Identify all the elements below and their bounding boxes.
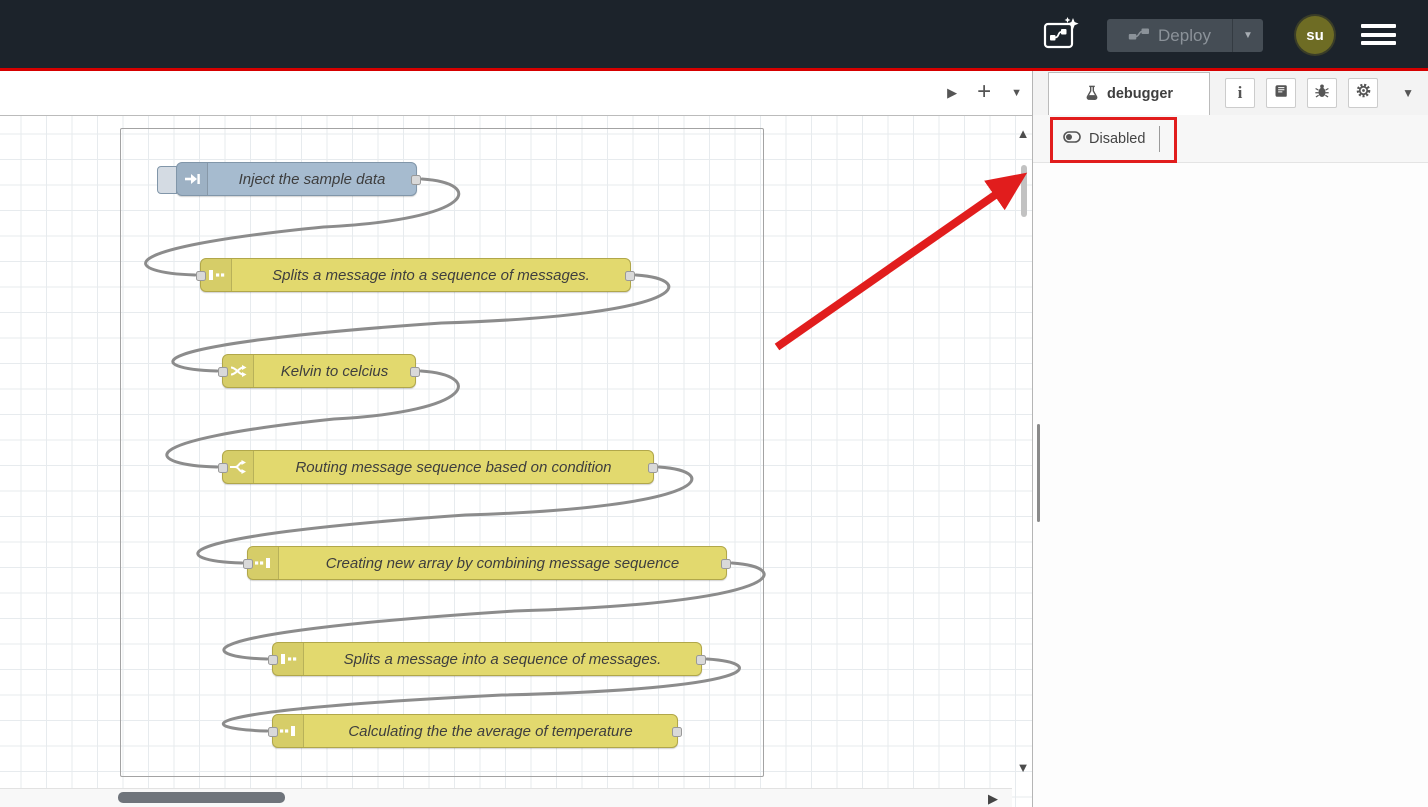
- output-port[interactable]: [648, 463, 658, 473]
- app-header: Deploy ▼ su: [0, 0, 1428, 68]
- info-button[interactable]: i: [1225, 78, 1255, 108]
- ai-flow-icon[interactable]: [1042, 16, 1080, 52]
- output-port[interactable]: [625, 271, 635, 281]
- inject-arrow-icon: [177, 163, 208, 195]
- node-label: Inject the sample data: [208, 163, 416, 195]
- tab-scroll-right-icon[interactable]: ▶: [947, 85, 957, 101]
- info-icon: i: [1238, 83, 1243, 103]
- main-menu-icon[interactable]: [1361, 24, 1396, 45]
- flow-node[interactable]: Calculating the the average of temperatu…: [272, 714, 678, 748]
- vertical-scrollbar-thumb[interactable]: [1021, 165, 1027, 217]
- input-port[interactable]: [243, 559, 253, 569]
- flow-node[interactable]: Routing message sequence based on condit…: [222, 450, 654, 484]
- deploy-options-chevron-icon[interactable]: ▼: [1232, 19, 1263, 52]
- flow-canvas[interactable]: ▲ ▼ ▶ Inject the sample data Splits a mes…: [0, 115, 1032, 807]
- user-avatar[interactable]: su: [1296, 16, 1334, 54]
- add-flow-icon[interactable]: +: [977, 78, 991, 106]
- output-port[interactable]: [411, 175, 421, 185]
- toggle-icon: [1063, 131, 1081, 147]
- scroll-down-icon[interactable]: ▼: [1014, 760, 1032, 775]
- right-sidebar: debugger i: [1032, 71, 1428, 807]
- disabled-filter-button[interactable]: Disabled: [1059, 126, 1160, 152]
- node-label: Routing message sequence based on condit…: [254, 451, 653, 483]
- flow-node[interactable]: Creating new array by combining message …: [247, 546, 727, 580]
- flow-node[interactable]: Inject the sample data: [176, 162, 417, 196]
- input-port[interactable]: [268, 655, 278, 665]
- output-port[interactable]: [672, 727, 682, 737]
- deploy-needed-indicator: [0, 68, 1428, 71]
- horizontal-scrollbar-thumb[interactable]: [118, 792, 285, 803]
- flow-node[interactable]: Splits a message into a sequence of mess…: [272, 642, 702, 676]
- sidebar-menu-chevron-icon[interactable]: ▼: [1402, 86, 1414, 100]
- deploy-label: Deploy: [1158, 26, 1211, 46]
- node-label: Kelvin to celcius: [254, 355, 415, 387]
- book-icon: [1273, 83, 1289, 104]
- docs-button[interactable]: [1266, 78, 1296, 108]
- flow-workspace: ▶ + ▼ ▲ ▼ ▶ Inject the sample data Splits…: [0, 71, 1032, 807]
- debug-messages-panel: [1033, 163, 1428, 807]
- sidebar-tab-bar: debugger i: [1033, 71, 1428, 116]
- flask-icon: [1085, 84, 1099, 105]
- horizontal-scrollbar-track[interactable]: [0, 788, 1012, 807]
- deploy-button[interactable]: Deploy ▼: [1107, 19, 1263, 52]
- flow-tab-bar: ▶ + ▼: [0, 71, 1032, 116]
- deploy-nodes-icon: [1128, 26, 1150, 46]
- sidebar-tab-label: debugger: [1107, 86, 1173, 102]
- input-port[interactable]: [196, 271, 206, 281]
- bug-icon: [1314, 83, 1330, 104]
- output-port[interactable]: [696, 655, 706, 665]
- node-label: Splits a message into a sequence of mess…: [232, 259, 630, 291]
- inject-button[interactable]: [157, 166, 177, 194]
- output-port[interactable]: [721, 559, 731, 569]
- settings-button[interactable]: [1348, 78, 1378, 108]
- flow-node[interactable]: Kelvin to celcius: [222, 354, 416, 388]
- gear-icon: [1355, 82, 1372, 104]
- node-label: Calculating the the average of temperatu…: [304, 715, 677, 747]
- tab-debugger[interactable]: debugger: [1048, 72, 1210, 115]
- input-port[interactable]: [218, 367, 228, 377]
- debug-button[interactable]: [1307, 78, 1337, 108]
- node-label: Creating new array by combining message …: [279, 547, 726, 579]
- scroll-right-icon[interactable]: ▶: [988, 791, 998, 807]
- scroll-up-icon[interactable]: ▲: [1014, 126, 1032, 141]
- input-port[interactable]: [218, 463, 228, 473]
- output-port[interactable]: [410, 367, 420, 377]
- sidebar-resize-handle[interactable]: [1037, 424, 1040, 522]
- disabled-label: Disabled: [1089, 131, 1145, 147]
- node-label: Splits a message into a sequence of mess…: [304, 643, 701, 675]
- flow-list-chevron-icon[interactable]: ▼: [1011, 87, 1022, 99]
- flow-node[interactable]: Splits a message into a sequence of mess…: [200, 258, 631, 292]
- input-port[interactable]: [268, 727, 278, 737]
- debug-toolbar: Disabled: [1033, 115, 1428, 163]
